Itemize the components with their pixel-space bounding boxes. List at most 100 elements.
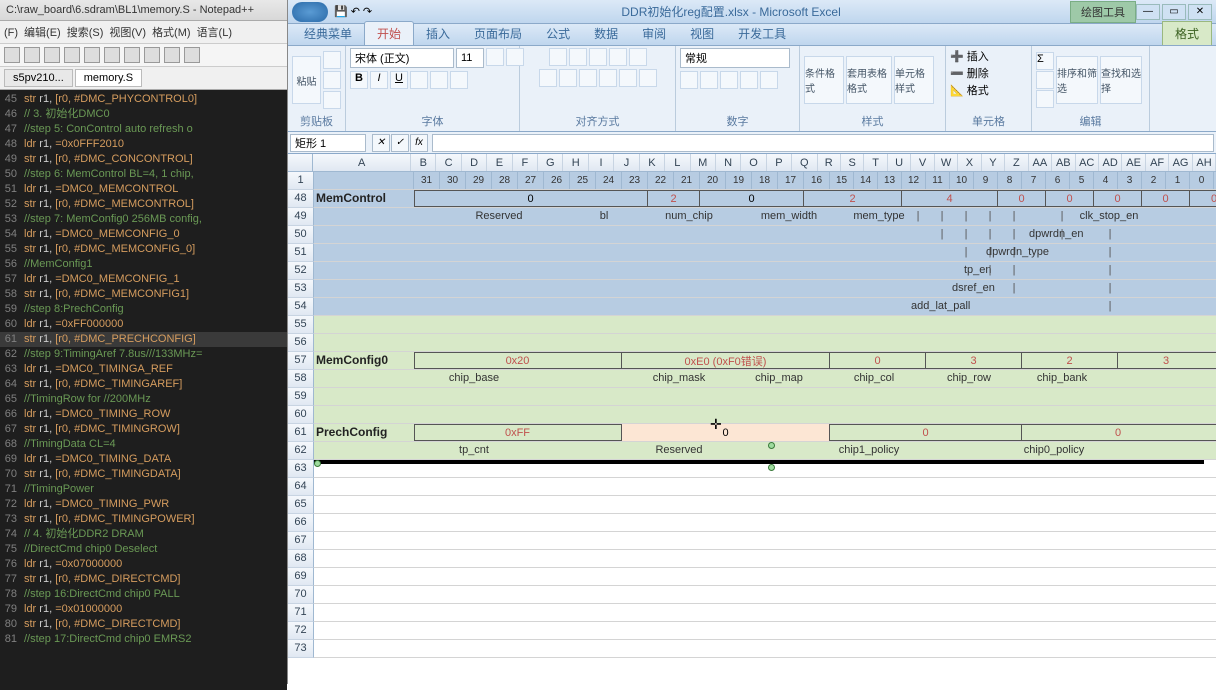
ribbon-tab[interactable]: 公式	[534, 22, 582, 45]
delete-button[interactable]: ➖ 删除	[950, 65, 989, 81]
code-line[interactable]: 57ldr r1, =DMC0_MEMCONFIG_1	[0, 272, 287, 287]
font-color-icon[interactable]	[450, 71, 468, 89]
name-box[interactable]: 矩形 1	[290, 134, 366, 152]
col-header[interactable]: O	[741, 154, 766, 171]
code-line[interactable]: 54ldr r1, =DMC0_MEMCONFIG_0	[0, 227, 287, 242]
dec-dec-icon[interactable]	[760, 71, 778, 89]
merge-icon[interactable]	[639, 69, 657, 87]
find-select-button[interactable]: 查找和选择	[1100, 56, 1142, 104]
table-fmt-button[interactable]: 套用表格格式	[846, 56, 892, 104]
new-icon[interactable]	[4, 47, 20, 63]
code-line[interactable]: 68//TimingData CL=4	[0, 437, 287, 452]
fill-icon[interactable]	[1036, 71, 1054, 89]
row-header[interactable]: 67	[288, 532, 314, 550]
col-header[interactable]: R	[818, 154, 841, 171]
worksheet-grid[interactable]: ABCDEFGHIJKLMNOPQRSTUVWXYZAAABACADAEAFAG…	[288, 154, 1216, 684]
code-line[interactable]: 55str r1, [r0, #DMC_MEMCONFIG_0]	[0, 242, 287, 257]
row-header[interactable]: 49	[288, 208, 314, 226]
ribbon-tab[interactable]: 插入	[414, 22, 462, 45]
code-line[interactable]: 58str r1, [r0, #DMC_MEMCONFIG1]	[0, 287, 287, 302]
code-line[interactable]: 71//TimingPower	[0, 482, 287, 497]
currency-icon[interactable]	[680, 71, 698, 89]
npp-menubar[interactable]: (F)编辑(E)搜索(S)视图(V)格式(M)语言(L)	[0, 21, 287, 44]
row-header[interactable]: 59	[288, 388, 314, 406]
font-size-input[interactable]	[456, 48, 484, 68]
code-line[interactable]: 79ldr r1, =0x01000000	[0, 602, 287, 617]
insert-button[interactable]: ➕ 插入	[950, 48, 989, 64]
col-header[interactable]: M	[691, 154, 716, 171]
col-header[interactable]: W	[935, 154, 958, 171]
row-header[interactable]: 64	[288, 478, 314, 496]
code-line[interactable]: 49str r1, [r0, #DMC_CONCONTROL]	[0, 152, 287, 167]
code-line[interactable]: 73str r1, [r0, #DMC_TIMINGPOWER]	[0, 512, 287, 527]
menu-item[interactable]: (F)	[4, 27, 18, 39]
col-header[interactable]: T	[864, 154, 887, 171]
ribbon-tab[interactable]: 视图	[678, 22, 726, 45]
percent-icon[interactable]	[700, 71, 718, 89]
format-painter-icon[interactable]	[323, 91, 341, 109]
code-line[interactable]: 67str r1, [r0, #DMC_TIMINGROW]	[0, 422, 287, 437]
code-line[interactable]: 61str r1, [r0, #DMC_PRECHCONFIG]	[0, 332, 287, 347]
col-header[interactable]: K	[640, 154, 665, 171]
redo-icon[interactable]	[184, 47, 200, 63]
ribbon-tab[interactable]: 数据	[582, 22, 630, 45]
ribbon-tab[interactable]: 页面布局	[462, 22, 534, 45]
save-icon[interactable]	[44, 47, 60, 63]
save-icon[interactable]: 💾	[334, 5, 348, 18]
col-header[interactable]: X	[958, 154, 981, 171]
code-line[interactable]: 65//TimingRow for //200MHz	[0, 392, 287, 407]
border-icon[interactable]	[410, 71, 428, 89]
row-header[interactable]: 58	[288, 370, 314, 388]
sort-filter-button[interactable]: 排序和筛选	[1056, 56, 1098, 104]
col-header[interactable]: AA	[1029, 154, 1052, 171]
col-header[interactable]: AD	[1099, 154, 1122, 171]
clear-icon[interactable]	[1036, 90, 1054, 108]
col-header[interactable]: Q	[792, 154, 817, 171]
ribbon-tabs[interactable]: 经典菜单开始插入页面布局公式数据审阅视图开发工具格式	[288, 24, 1216, 46]
comma-icon[interactable]	[720, 71, 738, 89]
resize-handle[interactable]	[314, 460, 321, 467]
align-mid-icon[interactable]	[569, 48, 587, 66]
font-name-input[interactable]	[350, 48, 454, 68]
menu-item[interactable]: 语言(L)	[197, 27, 232, 39]
code-line[interactable]: 46// 3. 初始化DMC0	[0, 107, 287, 122]
row-header[interactable]: 55	[288, 316, 314, 334]
align-bot-icon[interactable]	[589, 48, 607, 66]
col-header[interactable]: I	[589, 154, 614, 171]
col-header[interactable]: AF	[1146, 154, 1169, 171]
code-line[interactable]: 56//MemConfig1	[0, 257, 287, 272]
col-header[interactable]: AG	[1169, 154, 1192, 171]
code-line[interactable]: 66ldr r1, =DMC0_TIMING_ROW	[0, 407, 287, 422]
code-line[interactable]: 64str r1, [r0, #DMC_TIMINGAREF]	[0, 377, 287, 392]
cut-icon[interactable]	[323, 51, 341, 69]
indent-inc-icon[interactable]	[619, 69, 637, 87]
col-header[interactable]: J	[614, 154, 639, 171]
row-header[interactable]: 72	[288, 622, 314, 640]
row-header[interactable]: 54	[288, 298, 314, 316]
row-header[interactable]: 60	[288, 406, 314, 424]
ribbon-tab-format[interactable]: 格式	[1162, 21, 1212, 45]
cut-icon[interactable]	[104, 47, 120, 63]
code-line[interactable]: 76ldr r1, =0x07000000	[0, 557, 287, 572]
code-line[interactable]: 60ldr r1, =0xFF000000	[0, 317, 287, 332]
tab-memory-s[interactable]: memory.S	[75, 69, 142, 87]
fx-icon[interactable]: fx	[410, 134, 428, 152]
col-header[interactable]: E	[487, 154, 512, 171]
col-header[interactable]: AB	[1052, 154, 1075, 171]
formula-input[interactable]	[432, 134, 1214, 152]
code-line[interactable]: 48ldr r1, =0x0FFF2010	[0, 137, 287, 152]
minimize-button[interactable]: —	[1136, 4, 1160, 20]
row-header[interactable]: 66	[288, 514, 314, 532]
redo-icon[interactable]: ↷	[363, 5, 372, 18]
row-header[interactable]: 63	[288, 460, 314, 478]
quick-access-toolbar[interactable]: 💾 ↶ ↷	[334, 5, 372, 18]
col-header[interactable]: AC	[1076, 154, 1099, 171]
row-header[interactable]: 70	[288, 586, 314, 604]
ribbon-tab[interactable]: 开发工具	[726, 22, 798, 45]
code-line[interactable]: 75//DirectCmd chip0 Deselect	[0, 542, 287, 557]
align-center-icon[interactable]	[559, 69, 577, 87]
paste-button[interactable]: 粘贴	[292, 56, 321, 104]
row-header[interactable]: 68	[288, 550, 314, 568]
fill-color-icon[interactable]	[430, 71, 448, 89]
col-header[interactable]: P	[767, 154, 792, 171]
